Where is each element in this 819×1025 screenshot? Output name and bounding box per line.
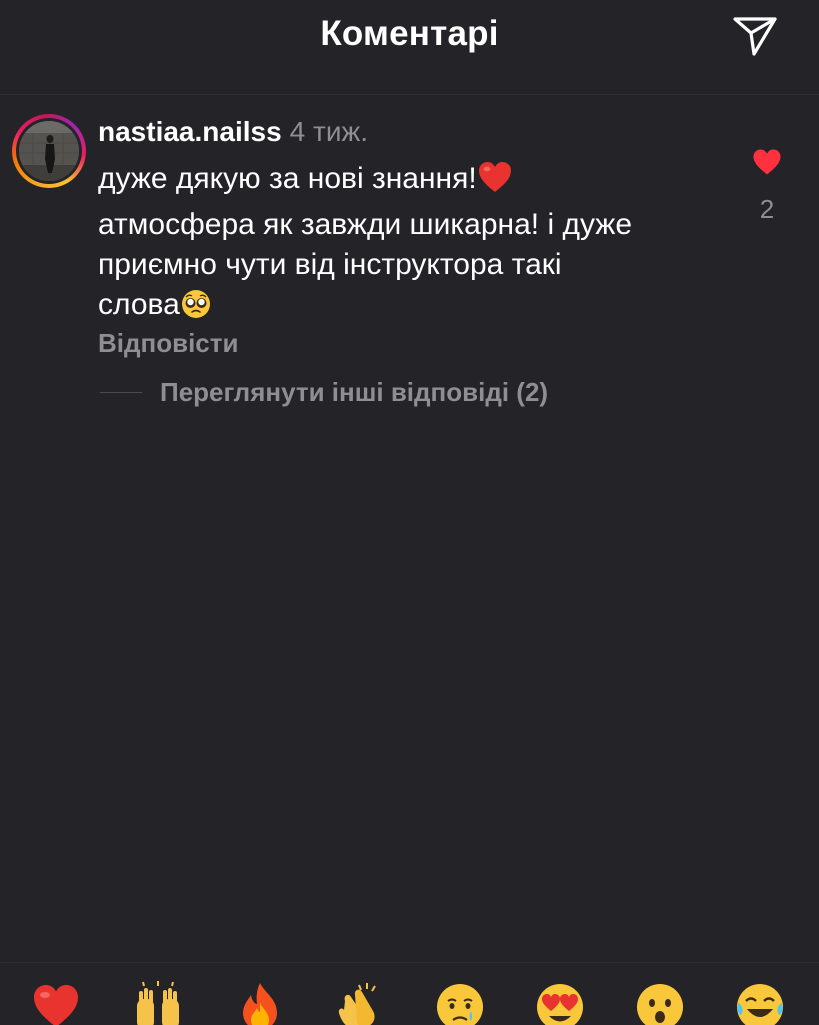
red-heart-emoji bbox=[477, 160, 513, 205]
comment-text: дуже дякую за нові знання! атмосфера як … bbox=[98, 159, 718, 331]
avatar bbox=[19, 121, 79, 181]
red-heart-emoji[interactable] bbox=[31, 981, 81, 1025]
emoji-reaction-bar bbox=[0, 962, 819, 1025]
comment-text-line: дуже дякую за нові знання! bbox=[98, 159, 718, 205]
avatar-image bbox=[19, 121, 79, 181]
view-replies-button[interactable]: Переглянути інші відповіді (2) bbox=[100, 376, 548, 408]
raising-hands-emoji[interactable] bbox=[133, 981, 183, 1025]
heart-eyes-emoji[interactable] bbox=[535, 981, 585, 1025]
pleading-face-emoji bbox=[180, 288, 212, 331]
tears-of-joy-emoji[interactable] bbox=[735, 981, 785, 1025]
header-bar: Коментарі bbox=[0, 0, 819, 95]
surprised-face-emoji[interactable] bbox=[635, 981, 685, 1025]
username-link[interactable]: nastiaa.nailss bbox=[98, 116, 282, 147]
share-button[interactable] bbox=[732, 14, 778, 58]
clapping-hands-emoji[interactable] bbox=[333, 981, 383, 1025]
like-count: 2 bbox=[759, 194, 775, 224]
view-replies-label: Переглянути інші відповіді (2) bbox=[160, 376, 549, 407]
replies-divider bbox=[100, 391, 142, 393]
crying-face-emoji[interactable] bbox=[435, 981, 485, 1025]
comment-timestamp: 4 тиж. bbox=[289, 116, 368, 147]
page-title: Коментарі bbox=[320, 14, 499, 53]
comment-meta: nastiaa.nailss 4 тиж. bbox=[98, 116, 368, 148]
comment-text-line: атмосфера як завжди шикарна! і дуже bbox=[98, 208, 633, 241]
comment-text-line: слова bbox=[98, 285, 718, 331]
like-button[interactable] bbox=[752, 148, 782, 176]
heart-filled-icon bbox=[753, 149, 781, 175]
reply-button[interactable]: Відповісти bbox=[98, 328, 238, 359]
paper-plane-icon bbox=[733, 17, 777, 56]
avatar-story-ring[interactable] bbox=[12, 114, 86, 188]
fire-emoji[interactable] bbox=[235, 981, 285, 1025]
comment-text-line: приємно чути від інструктора такі bbox=[98, 248, 562, 281]
